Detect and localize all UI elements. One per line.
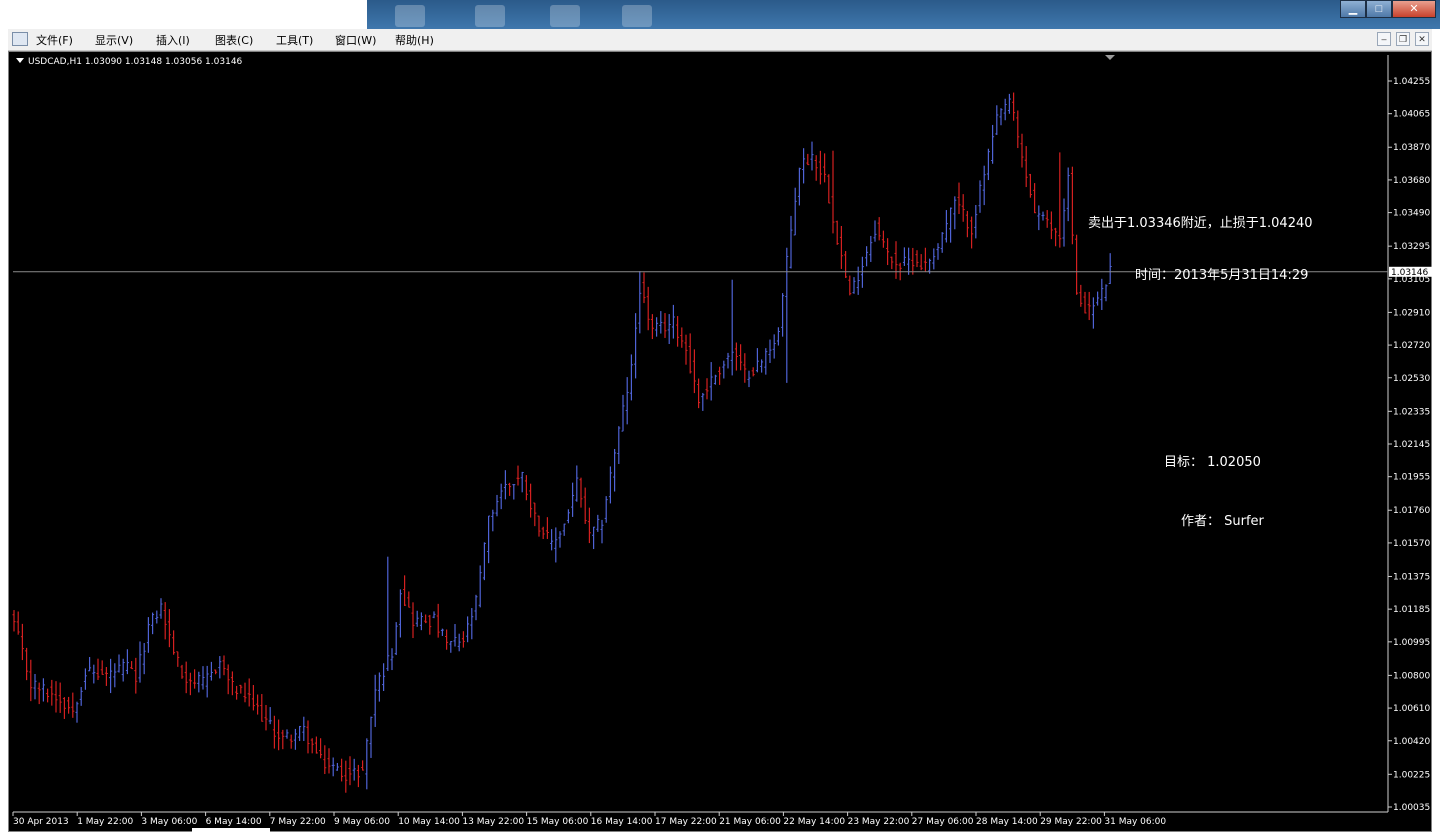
- time-tick-label: 29 May 22:00: [1040, 817, 1102, 827]
- price-tick-label: 1.00610: [1393, 704, 1430, 714]
- price-tick-label: 1.00420: [1393, 737, 1430, 747]
- price-tick-label: 1.00035: [1393, 803, 1430, 813]
- price-tick-label: 1.00800: [1393, 671, 1430, 681]
- price-tick-label: 1.00225: [1393, 770, 1430, 780]
- target-annotation: 目标： 1.02050: [1164, 455, 1261, 470]
- time-tick-label: 7 May 22:00: [270, 817, 326, 827]
- price-tick-label: 1.01955: [1393, 473, 1430, 483]
- price-tick-label: 1.02910: [1393, 308, 1430, 318]
- time-tick-label: 30 Apr 2013: [13, 817, 69, 827]
- price-tick-label: 1.03870: [1393, 143, 1430, 153]
- time-tick-label: 22 May 14:00: [783, 817, 845, 827]
- time-tick-label: 13 May 22:00: [462, 817, 524, 827]
- price-tick-label: 1.04065: [1393, 110, 1430, 120]
- current-price-label: 1.03146: [1391, 268, 1428, 278]
- price-chart[interactable]: 1.04255 1.04065 1.03870 1.03680 1.03490 1.032…: [0, 0, 1440, 832]
- chart-tab[interactable]: [192, 828, 270, 832]
- sell-annotation: 卖出于1.03346附近，止损于1.04240: [1088, 216, 1313, 231]
- price-tick-label: 1.03680: [1393, 176, 1430, 186]
- time-tick-label: 27 May 06:00: [912, 817, 974, 827]
- time-annotation: 时间：2013年5月31日14:29: [1135, 268, 1309, 283]
- time-tick-label: 17 May 22:00: [655, 817, 717, 827]
- time-tick-label: 15 May 06:00: [527, 817, 589, 827]
- price-tick-label: 1.01570: [1393, 539, 1430, 549]
- price-tick-label: 1.00995: [1393, 638, 1430, 648]
- price-tick-label: 1.04255: [1393, 77, 1430, 87]
- price-tick-label: 1.01760: [1393, 506, 1430, 516]
- time-tick-label: 16 May 14:00: [591, 817, 653, 827]
- time-tick-label: 23 May 22:00: [848, 817, 910, 827]
- time-tick-label: 31 May 06:00: [1104, 817, 1166, 827]
- price-tick-label: 1.02335: [1393, 407, 1430, 417]
- author-annotation: 作者： Surfer: [1181, 514, 1264, 529]
- time-tick-label: 21 May 06:00: [719, 817, 781, 827]
- price-tick-label: 1.03295: [1393, 242, 1430, 252]
- time-tick-label: 3 May 06:00: [141, 817, 197, 827]
- price-tick-label: 1.03490: [1393, 209, 1430, 219]
- time-tick-label: 6 May 14:00: [206, 817, 262, 827]
- price-tick-label: 1.02720: [1393, 341, 1430, 351]
- price-tick-label: 1.02145: [1393, 440, 1430, 450]
- time-tick-label: 1 May 22:00: [77, 817, 133, 827]
- price-tick-label: 1.01375: [1393, 572, 1430, 582]
- chart-shift-marker-icon[interactable]: [1105, 55, 1115, 60]
- price-tick-label: 1.01185: [1393, 605, 1430, 615]
- time-tick-label: 28 May 14:00: [976, 817, 1038, 827]
- price-tick-label: 1.02530: [1393, 374, 1430, 384]
- time-tick-label: 9 May 06:00: [334, 817, 390, 827]
- time-tick-label: 10 May 14:00: [398, 817, 460, 827]
